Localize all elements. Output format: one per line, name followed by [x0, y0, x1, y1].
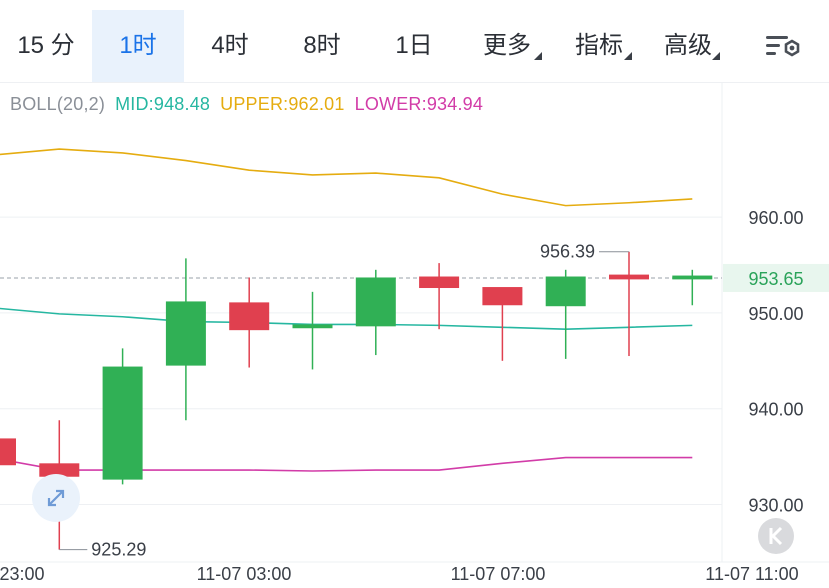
- candle-body: [292, 324, 333, 329]
- candle-body: [482, 287, 523, 306]
- x-tick-label: 11-07 11:00: [705, 564, 798, 584]
- boll-upper-line: [0, 148, 693, 207]
- candle-body: [355, 277, 396, 327]
- candle-body: [609, 274, 649, 280]
- x-tick-label: 11-07 03:00: [197, 564, 292, 584]
- candle-body: [102, 366, 143, 480]
- x-tick-label: 23:00: [0, 564, 45, 584]
- current-price-label: 953.65: [748, 269, 803, 289]
- max-price-label: 956.39: [540, 242, 595, 262]
- boll-mid-line: [0, 307, 693, 331]
- y-tick-label: 960.00: [748, 208, 803, 228]
- candle-body: [165, 301, 206, 366]
- candle-body: [229, 302, 270, 331]
- y-tick-label: 950.00: [748, 304, 803, 324]
- y-tick-label: 940.00: [748, 400, 803, 420]
- k-logo-icon[interactable]: [758, 518, 794, 554]
- candle-body: [419, 276, 460, 289]
- candle-body: [0, 438, 16, 466]
- candlestick-chart[interactable]: 930.00 940.00 950.00 960.00 23:00 11-07 03:00…: [0, 0, 829, 588]
- expand-arrows-icon[interactable]: [32, 474, 80, 522]
- x-tick-label: 11-07 07:00: [451, 564, 546, 584]
- candle-body: [545, 276, 586, 307]
- min-price-label: 925.29: [91, 540, 146, 560]
- candle-body: [672, 275, 713, 280]
- y-tick-label: 930.00: [748, 496, 803, 516]
